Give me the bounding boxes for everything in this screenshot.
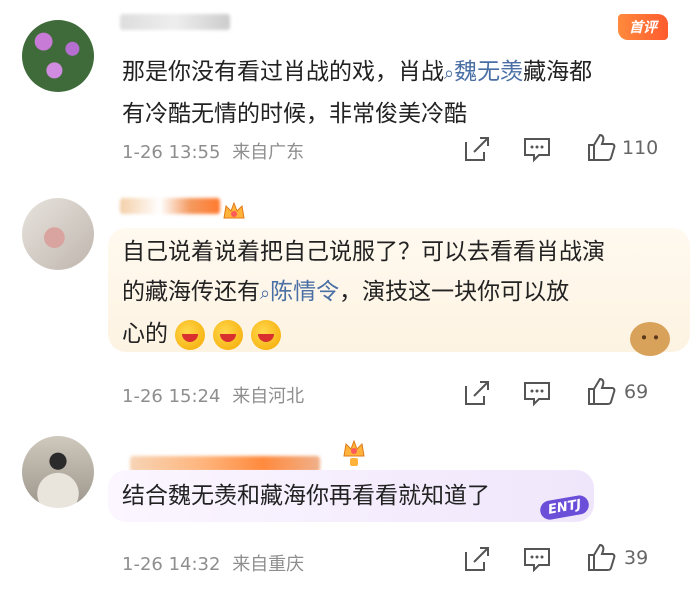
comment-item: 结合魏无羡和藏海你再看看就知道了 ENTJ 1-26 14:32 来自重庆 39 bbox=[0, 432, 690, 589]
location: 来自河北 bbox=[232, 386, 305, 407]
first-comment-badge: 首评 bbox=[618, 14, 668, 40]
timestamp: 1-26 15:24 bbox=[122, 386, 221, 407]
like-count: 39 bbox=[624, 547, 649, 569]
timestamp: 1-26 14:32 bbox=[122, 554, 221, 575]
kiss-emoji bbox=[251, 319, 282, 350]
bear-sticker-icon bbox=[630, 322, 670, 356]
like-icon[interactable] bbox=[586, 542, 616, 572]
action-bar: 110 bbox=[450, 132, 690, 166]
comment-text: 自己说着说着把自己说服了？可以去看看肖战演 的藏海传还有⌕陈情令，演技这一块你可… bbox=[122, 232, 605, 354]
action-bar: 39 bbox=[450, 542, 690, 576]
topic-link[interactable]: ⌕魏无羡 bbox=[444, 59, 523, 85]
kiss-emoji bbox=[175, 319, 206, 350]
kiss-emoji bbox=[213, 319, 244, 350]
crown-icon bbox=[343, 440, 365, 466]
username-blurred[interactable] bbox=[120, 14, 230, 30]
repost-icon[interactable] bbox=[462, 378, 492, 408]
location: 来自广东 bbox=[232, 142, 305, 163]
avatar[interactable] bbox=[22, 198, 94, 270]
comment-meta: 1-26 13:55 来自广东 bbox=[122, 138, 304, 164]
like-icon[interactable] bbox=[586, 132, 616, 162]
username-blurred[interactable] bbox=[120, 198, 220, 214]
comment-icon[interactable] bbox=[522, 378, 552, 408]
comment-text: 那是你没有看过肖战的戏，肖战⌕魏无羡藏海都 有冷酷无情的时候，非常俊美冷酷 bbox=[122, 59, 593, 127]
like-icon[interactable] bbox=[586, 376, 616, 406]
like-count: 110 bbox=[622, 137, 659, 159]
comment-meta: 1-26 14:32 来自重庆 bbox=[122, 550, 304, 576]
timestamp: 1-26 13:55 bbox=[122, 142, 221, 163]
comment-item: 首评 那是你没有看过肖战的戏，肖战⌕魏无羡藏海都 有冷酷无情的时候，非常俊美冷酷… bbox=[0, 0, 690, 180]
location: 来自重庆 bbox=[232, 554, 305, 575]
action-bar: 69 bbox=[450, 376, 690, 410]
avatar[interactable] bbox=[22, 436, 94, 508]
crown-icon bbox=[223, 201, 245, 219]
avatar[interactable] bbox=[22, 20, 94, 92]
comment-item: 自己说着说着把自己说服了？可以去看看肖战演 的藏海传还有⌕陈情令，演技这一块你可… bbox=[0, 190, 690, 420]
comment-text: 结合魏无羡和藏海你再看看就知道了 bbox=[122, 483, 490, 509]
topic-link[interactable]: ⌕陈情令 bbox=[260, 279, 339, 305]
search-topic-icon: ⌕ bbox=[260, 283, 271, 304]
repost-icon[interactable] bbox=[462, 544, 492, 574]
comment-icon[interactable] bbox=[522, 544, 552, 574]
search-topic-icon: ⌕ bbox=[444, 63, 455, 84]
comment-icon[interactable] bbox=[522, 134, 552, 164]
repost-icon[interactable] bbox=[462, 134, 492, 164]
comment-meta: 1-26 15:24 来自河北 bbox=[122, 382, 304, 408]
like-count: 69 bbox=[624, 381, 649, 403]
